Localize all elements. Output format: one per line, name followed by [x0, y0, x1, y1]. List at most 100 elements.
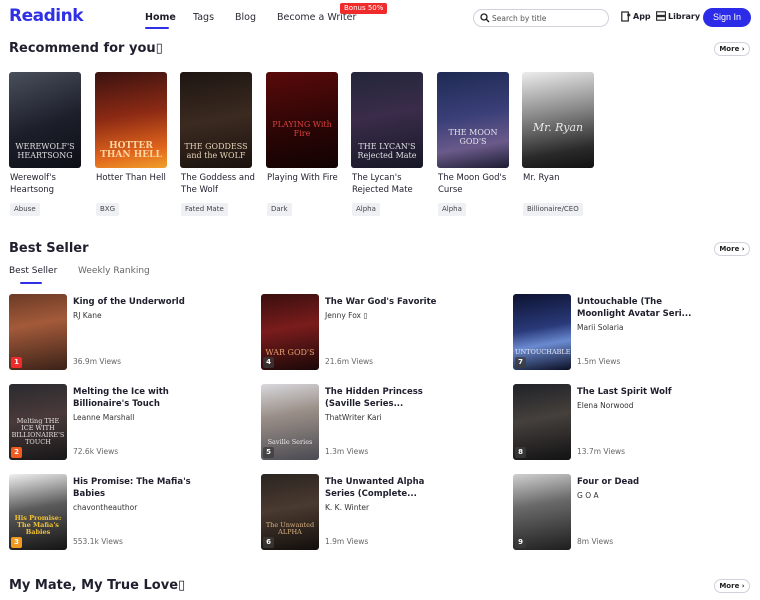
cover-text: WEREWOLF'S HEARTSONG: [15, 142, 75, 160]
book-tag[interactable]: Alpha: [352, 203, 380, 216]
book-title[interactable]: Mr. Ryan: [523, 172, 603, 184]
book-cover[interactable]: THE MOON GOD'S: [437, 72, 509, 168]
book-title[interactable]: The Goddess and The Wolf: [181, 172, 261, 196]
book-author[interactable]: Jenny Fox ▯: [325, 311, 368, 320]
rank-badge: 3: [11, 537, 22, 548]
book-title[interactable]: Playing With Fire: [267, 172, 347, 184]
nav-tags[interactable]: Tags: [193, 12, 214, 23]
tab-weekly-ranking[interactable]: Weekly Ranking: [78, 266, 150, 276]
nav-blog[interactable]: Blog: [235, 12, 256, 23]
book-title[interactable]: King of the Underworld: [73, 296, 203, 308]
rank-badge: 1: [11, 357, 22, 368]
book-author[interactable]: Leanne Marshall: [73, 413, 134, 422]
book-title[interactable]: The Moon God's Curse: [438, 172, 518, 196]
cover-text: PLAYING With Fire: [272, 120, 332, 138]
book-title[interactable]: Melting the Ice with Billionaire's Touch: [73, 386, 203, 410]
rank-badge: 5: [263, 447, 274, 458]
book-tag[interactable]: BXG: [96, 203, 120, 216]
ranked-book[interactable]: 8 The Last Spirit Wolf Elena Norwood 13.…: [513, 384, 743, 460]
cover-text: Saville Series: [267, 438, 313, 446]
nav-home[interactable]: Home: [145, 12, 176, 23]
book-cover[interactable]: The Unwanted ALPHA 6: [261, 474, 319, 550]
book-title[interactable]: Hotter Than Hell: [96, 172, 176, 184]
mate-more-button[interactable]: More ›: [714, 579, 750, 593]
book-views: 1.9m Views: [325, 537, 369, 546]
recommend-more-button[interactable]: More ›: [714, 42, 750, 56]
book-card[interactable]: WEREWOLF'S HEARTSONG Werewolf's Heartson…: [9, 72, 81, 216]
book-cover[interactable]: Melting THE ICE WITH BILLIONAIRE'S TOUCH…: [9, 384, 67, 460]
bonus-badge: Bonus 50%: [340, 3, 388, 14]
book-cover[interactable]: Mr. Ryan: [522, 72, 594, 168]
ranked-book[interactable]: Melting THE ICE WITH BILLIONAIRE'S TOUCH…: [9, 384, 239, 460]
nav-active-indicator: [145, 27, 169, 29]
book-cover[interactable]: Saville Series 5: [261, 384, 319, 460]
more-label: More: [719, 245, 740, 253]
book-tag[interactable]: Fated Mate: [181, 203, 228, 216]
book-author[interactable]: RJ Kane: [73, 311, 102, 320]
book-title[interactable]: Werewolf's Heartsong: [10, 172, 90, 196]
ranked-book[interactable]: WAR GOD'S 4 The War God's Favorite Jenny…: [261, 294, 491, 370]
library-button[interactable]: Library: [656, 11, 700, 21]
ranked-book[interactable]: Saville Series 5 The Hidden Princess (Sa…: [261, 384, 491, 460]
more-label: More: [719, 582, 740, 590]
book-card[interactable]: THE MOON GOD'S The Moon God's Curse Alph…: [437, 72, 509, 216]
book-views: 36.9m Views: [73, 357, 122, 366]
search-box[interactable]: [473, 9, 609, 27]
rank-badge: 7: [515, 357, 526, 368]
book-cover[interactable]: THE LYCAN'S Rejected Mate: [351, 72, 423, 168]
sign-in-button[interactable]: Sign In: [703, 8, 751, 27]
ranked-book[interactable]: 9 Four or Dead G O A 8m Views: [513, 474, 743, 550]
book-card[interactable]: THE GODDESS and the WOLF The Goddess and…: [180, 72, 255, 216]
book-title[interactable]: Untouchable (The Moonlight Avatar Seri..…: [577, 296, 707, 320]
book-title[interactable]: The War God's Favorite: [325, 296, 455, 308]
book-views: 1.5m Views: [577, 357, 621, 366]
book-author[interactable]: K. K. Winter: [325, 503, 369, 512]
book-author[interactable]: Elena Norwood: [577, 401, 634, 410]
book-card[interactable]: THE LYCAN'S Rejected Mate The Lycan's Re…: [351, 72, 423, 216]
book-cover[interactable]: WAR GOD'S 4: [261, 294, 319, 370]
book-author[interactable]: Marii Solaria: [577, 323, 624, 332]
book-tag[interactable]: Dark: [267, 203, 292, 216]
book-title[interactable]: Four or Dead: [577, 476, 707, 488]
book-title[interactable]: His Promise: The Mafia's Babies: [73, 476, 203, 500]
book-title[interactable]: The Unwanted Alpha Series (Complete...: [325, 476, 455, 500]
book-author[interactable]: chavontheauthor: [73, 503, 137, 512]
app-button[interactable]: App: [621, 11, 651, 22]
book-card[interactable]: PLAYING With Fire Playing With Fire Dark: [266, 72, 338, 216]
book-cover[interactable]: HOTTER THAN HELL: [95, 72, 167, 168]
book-cover[interactable]: UNTOUCHABLE 7: [513, 294, 571, 370]
book-title[interactable]: The Last Spirit Wolf: [577, 386, 707, 398]
best-seller-more-button[interactable]: More ›: [714, 242, 750, 256]
book-tag[interactable]: Billionaire/CEO: [523, 203, 583, 216]
ranked-book[interactable]: The Unwanted ALPHA 6 The Unwanted Alpha …: [261, 474, 491, 550]
rank-badge: 4: [263, 357, 274, 368]
book-cover[interactable]: 1: [9, 294, 67, 370]
book-tag[interactable]: Alpha: [438, 203, 466, 216]
ranked-book[interactable]: His Promise: The Mafia's Babies 3 His Pr…: [9, 474, 239, 550]
book-title[interactable]: The Lycan's Rejected Mate: [352, 172, 432, 196]
book-cover[interactable]: 9: [513, 474, 571, 550]
book-cover[interactable]: 8: [513, 384, 571, 460]
book-cover[interactable]: PLAYING With Fire: [266, 72, 338, 168]
book-cover[interactable]: WEREWOLF'S HEARTSONG: [9, 72, 81, 168]
book-card[interactable]: Mr. Ryan Mr. Ryan Billionaire/CEO: [522, 72, 594, 216]
ranked-book[interactable]: UNTOUCHABLE 7 Untouchable (The Moonlight…: [513, 294, 743, 370]
logo[interactable]: Readink: [9, 6, 84, 26]
cover-text: The Unwanted ALPHA: [265, 521, 315, 536]
rank-badge: 2: [11, 447, 22, 458]
cover-text: UNTOUCHABLE: [515, 348, 571, 356]
book-cover[interactable]: THE GODDESS and the WOLF: [180, 72, 252, 168]
book-title[interactable]: The Hidden Princess (Saville Series...: [325, 386, 455, 410]
search-icon: [480, 13, 490, 23]
search-input[interactable]: [492, 11, 602, 25]
book-views: 8m Views: [577, 537, 614, 546]
book-tag[interactable]: Abuse: [10, 203, 40, 216]
book-author[interactable]: ThatWriter Kari: [325, 413, 382, 422]
book-author[interactable]: G O A: [577, 491, 599, 500]
tab-best-seller[interactable]: Best Seller: [9, 266, 57, 276]
book-card[interactable]: HOTTER THAN HELL Hotter Than Hell BXG: [95, 72, 167, 216]
book-cover[interactable]: His Promise: The Mafia's Babies 3: [9, 474, 67, 550]
ranked-book[interactable]: 1 King of the Underworld RJ Kane 36.9m V…: [9, 294, 239, 370]
tab-active-indicator: [20, 282, 42, 284]
app-label: App: [633, 12, 651, 21]
